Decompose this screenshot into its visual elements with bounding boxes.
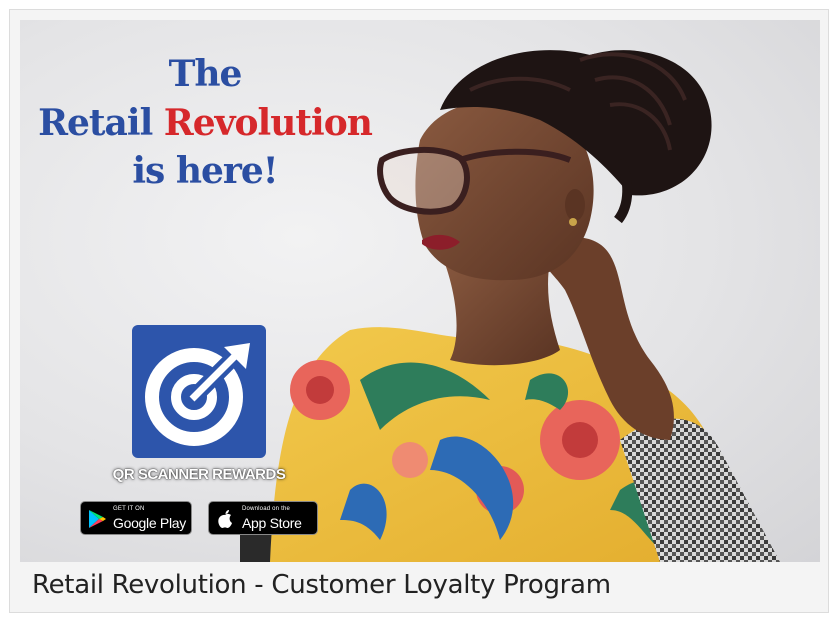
app-store-small-label: Download on the (242, 506, 291, 512)
google-play-button[interactable]: GET IT ON Google Play (80, 501, 192, 535)
app-logo[interactable] (132, 325, 266, 458)
apple-icon (218, 510, 232, 528)
headline-line-2: Retail Revolution (20, 99, 390, 148)
headline-retail: Retail (38, 101, 153, 144)
promo-banner[interactable]: The Retail Revolution is here! QR SCANNE… (20, 20, 820, 562)
target-arrow-icon (145, 343, 250, 446)
app-store-label: App Store (242, 515, 302, 531)
headline: The Retail Revolution is here! (20, 50, 390, 196)
headline-line-3: is here! (132, 150, 278, 193)
google-play-icon (89, 510, 106, 528)
headline-revolution: Revolution (163, 101, 373, 144)
app-store-button[interactable]: Download on the App Store (208, 501, 318, 535)
google-play-label: Google Play (113, 515, 186, 531)
headline-line-1: The (168, 53, 243, 95)
image-caption: Retail Revolution - Customer Loyalty Pro… (32, 570, 611, 600)
google-play-small-label: GET IT ON (113, 506, 145, 512)
app-name: QR SCANNER REWARDS (112, 466, 286, 483)
image-card: The Retail Revolution is here! QR SCANNE… (9, 9, 829, 613)
